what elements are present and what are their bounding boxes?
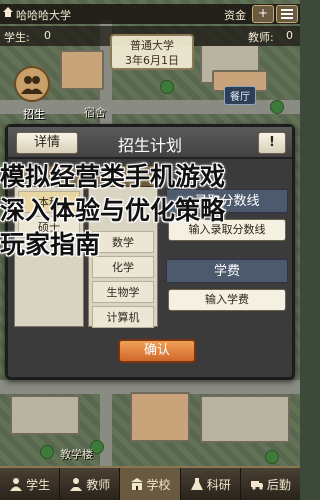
canteen-label[interactable]: 餐厅 [224,86,256,105]
dorm-building[interactable] [60,50,104,90]
home-icon[interactable] [2,6,14,21]
student-icon [10,478,23,491]
major-item-computer[interactable]: 计算机 [92,306,154,328]
major-column-header: 专业 [88,165,158,187]
nav-logistics-label: 后勤 [266,477,291,492]
tree [265,450,279,464]
hud-top-row: 哈哈哈大学 资金 + [0,4,300,24]
school-name: 哈哈哈大学 [16,9,71,22]
score-input-button[interactable]: 输入录取分数线 [168,219,286,241]
fee-input-button[interactable]: 输入学费 [168,289,286,311]
students-label: 学生: [4,31,30,44]
education-item-bachelor[interactable]: 本科 [18,191,80,213]
tree [40,445,54,459]
school-type: 普通大学 [130,39,174,52]
teacher-icon [70,478,83,491]
enroll-side-button[interactable] [14,66,50,102]
nav-teachers-label: 教师 [86,477,111,492]
building[interactable] [10,395,80,435]
major-item-chemistry[interactable]: 化学 [92,256,154,278]
logistics-icon [250,481,263,490]
enrollment-plan-dialog: 详情 招生计划 ! 学历 本科 硕士 专业 数学 化学 生物学 计算机 录取分数… [5,124,295,380]
building[interactable] [200,395,290,443]
nav-research[interactable]: 科研 [181,468,241,500]
dialog-header: 详情 招生计划 ! [8,127,292,159]
help-button[interactable]: ! [258,132,286,154]
teachers-value: 0 [286,29,293,42]
tree [160,80,174,94]
bottom-nav: 学生 教师 学校 科研 后勤 [0,466,300,500]
add-funds-button[interactable]: + [252,5,274,23]
confirm-button[interactable]: 确认 [118,339,196,363]
enroll-side-label: 招生 [23,108,45,121]
education-item-master[interactable]: 硕士 [18,216,80,238]
details-button[interactable]: 详情 [16,132,78,154]
school-icon [130,478,143,490]
date-box: 普通大学 3年6月1日 [110,34,194,70]
teachers-label: 教师: [248,31,274,44]
nav-school[interactable]: 学校 [120,468,181,500]
nav-research-label: 科研 [206,477,231,492]
research-icon [190,478,203,490]
nav-school-label: 学校 [146,477,171,492]
nav-teachers[interactable]: 教师 [60,468,121,500]
people-icon [21,76,43,94]
tree [270,100,284,114]
education-column-header: 学历 [14,165,84,187]
education-panel [14,165,84,327]
list-icon [281,9,293,19]
menu-button[interactable] [276,5,298,23]
fee-section-header: 学费 [166,259,288,283]
funds-label: 资金 [224,9,246,22]
major-item-math[interactable]: 数学 [92,231,154,253]
major-item-biology[interactable]: 生物学 [92,281,154,303]
score-section-header: 录取分数线 [166,189,288,213]
teaching-building[interactable] [130,392,190,442]
teaching-building-label: 教学楼 [60,448,93,461]
nav-logistics[interactable]: 后勤 [241,468,300,500]
dialog-title: 招生计划 [117,136,182,155]
nav-students[interactable]: 学生 [0,468,61,500]
students-value: 0 [44,29,51,42]
dorm-label: 宿舍 [84,106,106,119]
nav-students-label: 学生 [26,477,51,492]
current-date: 3年6月1日 [125,54,179,67]
